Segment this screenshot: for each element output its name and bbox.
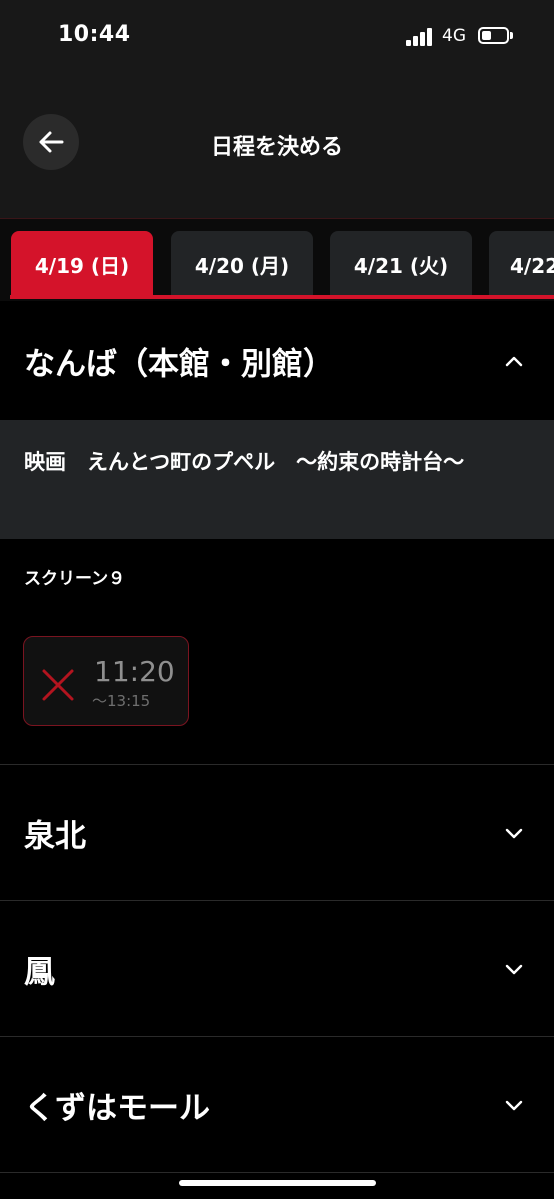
- theater-header-kuzuha-mall[interactable]: くずはモール: [0, 1036, 554, 1172]
- date-tab-4-21[interactable]: 4/21 (火): [330, 231, 472, 297]
- header: 日程を決める: [0, 75, 554, 218]
- chevron-down-icon: [505, 828, 523, 838]
- showtime-start: 11:20: [94, 655, 175, 688]
- date-tab-4-20[interactable]: 4/20 (月): [171, 231, 313, 297]
- theater-header-namba[interactable]: なんば（本館・別館）: [0, 301, 554, 420]
- network-type: 4G: [442, 26, 466, 46]
- theater-name: 鳳: [24, 954, 55, 990]
- chevron-down-icon: [505, 964, 523, 974]
- chevron-down-icon: [505, 1100, 523, 1110]
- signal-icon: [406, 28, 434, 46]
- theater-name: なんば（本館・別館）: [24, 346, 334, 382]
- status-bar: 10:44 4G: [0, 0, 554, 75]
- screen-label: スクリーン９: [24, 569, 126, 589]
- divider: [0, 1172, 554, 1173]
- theater-header-senboku[interactable]: 泉北: [0, 764, 554, 900]
- theater-name: 泉北: [24, 818, 86, 854]
- home-indicator[interactable]: [179, 1180, 376, 1186]
- status-time: 10:44: [58, 22, 131, 47]
- theater-name: くずはモール: [24, 1090, 210, 1126]
- date-tab-4-22[interactable]: 4/22 (水): [489, 231, 554, 297]
- movie-title-band: 映画 えんとつ町のプペル ～約束の時計台～: [0, 420, 554, 539]
- battery-icon: [478, 27, 509, 44]
- movie-title: 映画 えんとつ町のプペル ～約束の時計台～: [24, 450, 465, 474]
- sold-out-x-icon: [42, 669, 74, 701]
- showtime-end: ～13:15: [92, 692, 151, 710]
- battery-tip: [510, 32, 513, 39]
- date-tab-underline: [10, 295, 554, 299]
- date-tab-strip: 4/19 (日) 4/20 (月) 4/21 (火) 4/22 (水): [0, 218, 554, 301]
- date-tab-4-19[interactable]: 4/19 (日): [11, 231, 153, 297]
- showtime-card[interactable]: 11:20 ～13:15: [23, 636, 189, 726]
- page-title: 日程を決める: [210, 135, 343, 160]
- theater-header-otori[interactable]: 鳳: [0, 900, 554, 1036]
- chevron-up-icon: [505, 356, 523, 366]
